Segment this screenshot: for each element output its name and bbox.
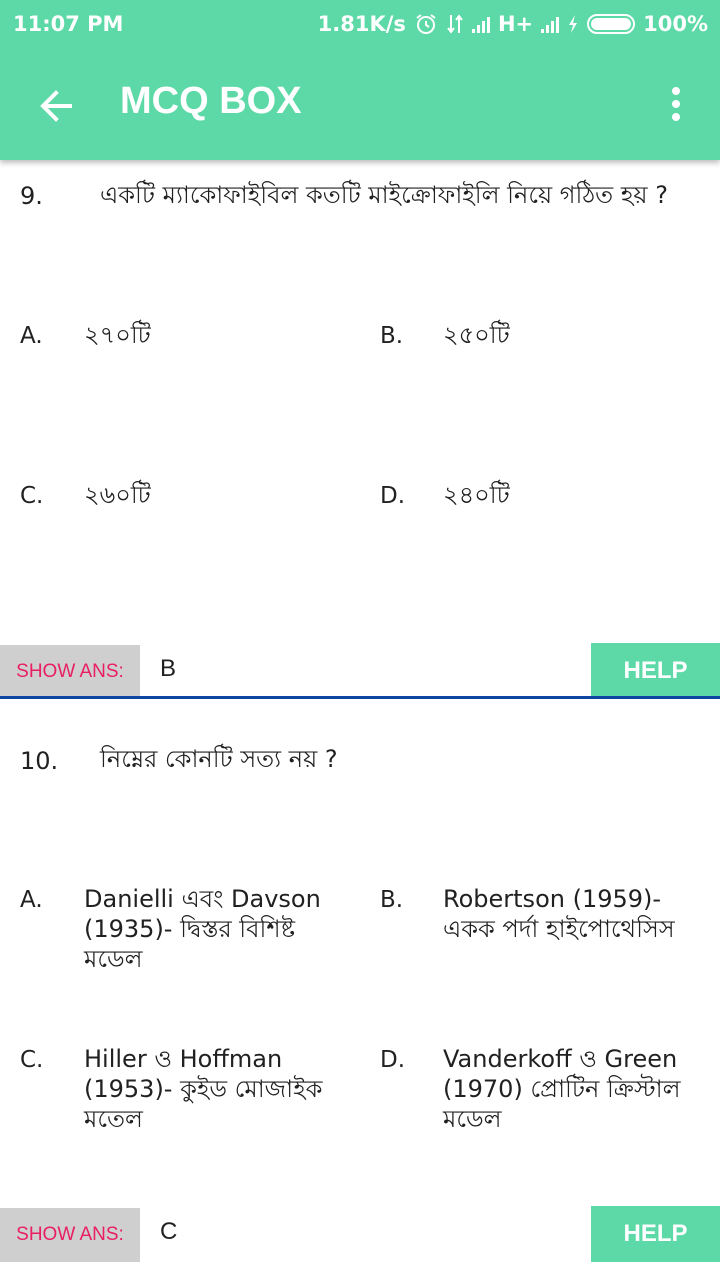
question-text: একটি ম্যাকোফাইবিল কতটি মাইক্রোফাইলি নিয়… (100, 181, 668, 209)
show-answer-button[interactable]: SHOW ANS: (0, 1208, 140, 1262)
answer-row: SHOW ANS: B HELP (0, 643, 720, 699)
question-number: 9. (20, 182, 43, 210)
question-text: নিম্নের কোনটি সত্য নয় ? (100, 745, 338, 773)
app-bar: 11:07 PM 1.81K/s H+ 100% MCQ BOX (0, 0, 720, 160)
option-d-text[interactable]: ২৪০টি (443, 480, 713, 510)
option-a-letter[interactable]: A. (20, 323, 43, 349)
page-title: MCQ BOX (120, 80, 302, 122)
question-number: 10. (20, 747, 59, 775)
option-a-text[interactable]: Danielli এবং Davson (1935)- দ্বিস্তর বিশ… (84, 884, 354, 974)
option-b-text[interactable]: ২৫০টি (443, 320, 713, 350)
answer-row: SHOW ANS: C HELP (0, 1206, 720, 1262)
question-divider (0, 696, 720, 699)
more-vert-icon[interactable] (662, 84, 690, 128)
answer-value: B (160, 655, 177, 682)
status-bar: 11:07 PM 1.81K/s H+ 100% (0, 0, 720, 50)
option-a-text[interactable]: ২৭০টি (84, 320, 354, 350)
alarm-icon (416, 14, 436, 34)
option-b-letter[interactable]: B. (380, 323, 403, 349)
option-b-letter[interactable]: B. (380, 887, 403, 913)
signal-icon (471, 15, 490, 33)
status-time: 11:07 PM (13, 12, 124, 36)
show-answer-button[interactable]: SHOW ANS: (0, 645, 140, 699)
battery-icon (587, 14, 636, 34)
help-button[interactable]: HELP (591, 1206, 720, 1262)
help-button[interactable]: HELP (591, 643, 720, 699)
question-card: 10. নিম্নের কোনটি সত্য নয় ? A. Danielli… (0, 700, 720, 1280)
network-speed: 1.81K/s (317, 12, 406, 36)
question-card: 9. একটি ম্যাকোফাইবিল কতটি মাইক্রোফাইলি ন… (0, 160, 720, 700)
battery-level: 100% (643, 12, 708, 36)
signal-icon-2 (541, 15, 560, 33)
back-arrow-icon[interactable] (34, 84, 78, 128)
charging-icon (569, 15, 578, 33)
option-d-letter[interactable]: D. (380, 1047, 405, 1073)
option-d-text[interactable]: Vanderkoff ও Green (1970) প্রোটিন ক্রিস্… (443, 1044, 713, 1134)
answer-value: C (160, 1218, 178, 1245)
option-c-letter[interactable]: C. (20, 483, 43, 509)
data-transfer-icon (447, 14, 463, 34)
option-c-letter[interactable]: C. (20, 1047, 43, 1073)
network-type: H+ (497, 12, 534, 36)
option-c-text[interactable]: ২৬০টি (84, 480, 354, 510)
option-a-letter[interactable]: A. (20, 887, 43, 913)
option-b-text[interactable]: Robertson (1959)- একক পর্দা হাইপোথেসিস (443, 884, 713, 944)
status-icons: 1.81K/s H+ 100% (318, 12, 708, 36)
option-c-text[interactable]: Hiller ও Hoffman (1953)- কুইড মোজাইক মতে… (84, 1044, 354, 1134)
option-d-letter[interactable]: D. (380, 483, 405, 509)
